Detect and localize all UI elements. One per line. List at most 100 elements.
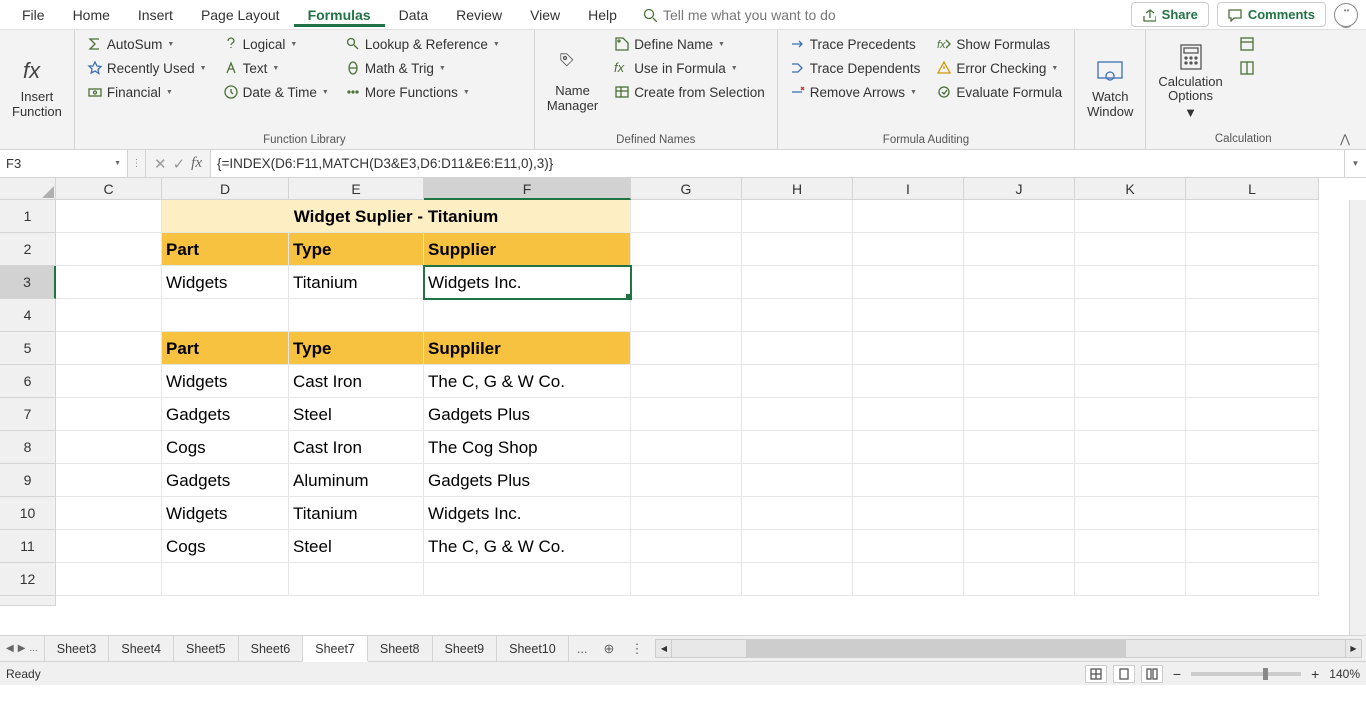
cell-I1[interactable]: [853, 200, 964, 233]
tab-nav-more[interactable]: ...: [29, 643, 37, 654]
menu-page-layout[interactable]: Page Layout: [187, 3, 294, 27]
cell-C7[interactable]: [56, 398, 162, 431]
cell-J5[interactable]: [964, 332, 1075, 365]
menu-help[interactable]: Help: [574, 3, 631, 27]
cell-G4[interactable]: [631, 299, 742, 332]
cell-H9[interactable]: [742, 464, 853, 497]
calculate-now-button[interactable]: [1235, 34, 1259, 54]
cell-H7[interactable]: [742, 398, 853, 431]
cell-H1[interactable]: [742, 200, 853, 233]
cancel-formula-button[interactable]: ✕: [154, 155, 167, 173]
cell-D7[interactable]: Gadgets: [162, 398, 289, 431]
cell-F12[interactable]: [424, 563, 631, 596]
cell-I11[interactable]: [853, 530, 964, 563]
cell-G1[interactable]: [631, 200, 742, 233]
recently-used-button[interactable]: Recently Used▼: [83, 58, 211, 78]
cell-G9[interactable]: [631, 464, 742, 497]
cell-H8[interactable]: [742, 431, 853, 464]
date-time-button[interactable]: Date & Time▼: [219, 82, 333, 102]
cell-J6[interactable]: [964, 365, 1075, 398]
evaluate-formula-button[interactable]: Evaluate Formula: [932, 82, 1066, 102]
cell-F3[interactable]: Widgets Inc.: [424, 266, 631, 299]
row-header-2[interactable]: 2: [0, 233, 56, 266]
name-box[interactable]: F3 ▼: [0, 150, 128, 177]
view-page-break-button[interactable]: [1141, 665, 1163, 683]
cell-K8[interactable]: [1075, 431, 1186, 464]
sheet-tab-sheet5[interactable]: Sheet5: [174, 636, 239, 661]
cell-E5[interactable]: Type: [289, 332, 424, 365]
cell-D10[interactable]: Widgets: [162, 497, 289, 530]
cell-L10[interactable]: [1186, 497, 1319, 530]
menu-view[interactable]: View: [516, 3, 574, 27]
tab-nav-next[interactable]: ▶: [18, 643, 26, 654]
cell-I10[interactable]: [853, 497, 964, 530]
tell-me-search[interactable]: Tell me what you want to do: [643, 7, 836, 23]
cell-K12[interactable]: [1075, 563, 1186, 596]
sheet-tab-sheet10[interactable]: Sheet10: [497, 636, 569, 661]
cell-D1[interactable]: Widget Suplier - Titanium: [162, 200, 631, 233]
cell-F7[interactable]: Gadgets Plus: [424, 398, 631, 431]
cell-D5[interactable]: Part: [162, 332, 289, 365]
sheet-tab-sheet6[interactable]: Sheet6: [239, 636, 304, 661]
cell-C5[interactable]: [56, 332, 162, 365]
cell-I9[interactable]: [853, 464, 964, 497]
cell-C10[interactable]: [56, 497, 162, 530]
cell-E2[interactable]: Type: [289, 233, 424, 266]
fx-button[interactable]: fx: [191, 155, 202, 172]
cell-H10[interactable]: [742, 497, 853, 530]
cell-J4[interactable]: [964, 299, 1075, 332]
row-header-4[interactable]: 4: [0, 299, 56, 332]
sheet-tab-sheet8[interactable]: Sheet8: [368, 636, 433, 661]
cell-E11[interactable]: Steel: [289, 530, 424, 563]
cell-I5[interactable]: [853, 332, 964, 365]
cell-C4[interactable]: [56, 299, 162, 332]
insert-function-button[interactable]: fx Insert Function: [8, 34, 66, 143]
cell-I4[interactable]: [853, 299, 964, 332]
menu-home[interactable]: Home: [59, 3, 124, 27]
cell-L8[interactable]: [1186, 431, 1319, 464]
collapse-ribbon-button[interactable]: ⋀: [1332, 132, 1358, 146]
zoom-knob[interactable]: [1263, 668, 1268, 680]
row-header-3[interactable]: 3: [0, 266, 56, 299]
cell-L5[interactable]: [1186, 332, 1319, 365]
row-header-8[interactable]: 8: [0, 431, 56, 464]
cell-D12[interactable]: [162, 563, 289, 596]
zoom-out-button[interactable]: −: [1169, 666, 1185, 682]
cell-E6[interactable]: Cast Iron: [289, 365, 424, 398]
row-header-9[interactable]: 9: [0, 464, 56, 497]
cell-L12[interactable]: [1186, 563, 1319, 596]
cell-C3[interactable]: [56, 266, 162, 299]
row-header-5[interactable]: 5: [0, 332, 56, 365]
cell-D4[interactable]: [162, 299, 289, 332]
formula-bar-expand[interactable]: ▼: [1344, 150, 1366, 177]
trace-dependents-button[interactable]: Trace Dependents: [786, 58, 925, 78]
trace-precedents-button[interactable]: Trace Precedents: [786, 34, 925, 54]
cell-F6[interactable]: The C, G & W Co.: [424, 365, 631, 398]
hscroll-thumb[interactable]: [746, 639, 1126, 658]
scrollbar-vertical[interactable]: [1349, 200, 1366, 635]
row-header-6[interactable]: 6: [0, 365, 56, 398]
scrollbar-horizontal[interactable]: ◀ ▶: [655, 639, 1362, 658]
cell-D3[interactable]: Widgets: [162, 266, 289, 299]
feedback-smiley-icon[interactable]: [1334, 3, 1358, 27]
column-header-H[interactable]: H: [742, 178, 853, 200]
financial-button[interactable]: Financial▼: [83, 82, 211, 102]
menu-file[interactable]: File: [8, 3, 59, 27]
cell-I3[interactable]: [853, 266, 964, 299]
cell-J9[interactable]: [964, 464, 1075, 497]
cell-L6[interactable]: [1186, 365, 1319, 398]
sheet-tab-sheet7[interactable]: Sheet7: [303, 636, 368, 662]
show-formulas-button[interactable]: fxShow Formulas: [932, 34, 1066, 54]
cell-C9[interactable]: [56, 464, 162, 497]
cell-G3[interactable]: [631, 266, 742, 299]
cell-K10[interactable]: [1075, 497, 1186, 530]
use-in-formula-button[interactable]: fxUse in Formula▼: [610, 58, 769, 78]
cell-J12[interactable]: [964, 563, 1075, 596]
cell-I2[interactable]: [853, 233, 964, 266]
cell-J1[interactable]: [964, 200, 1075, 233]
cell-H11[interactable]: [742, 530, 853, 563]
row-header-7[interactable]: 7: [0, 398, 56, 431]
cell-G10[interactable]: [631, 497, 742, 530]
cell-G8[interactable]: [631, 431, 742, 464]
remove-arrows-button[interactable]: Remove Arrows▼: [786, 82, 925, 102]
